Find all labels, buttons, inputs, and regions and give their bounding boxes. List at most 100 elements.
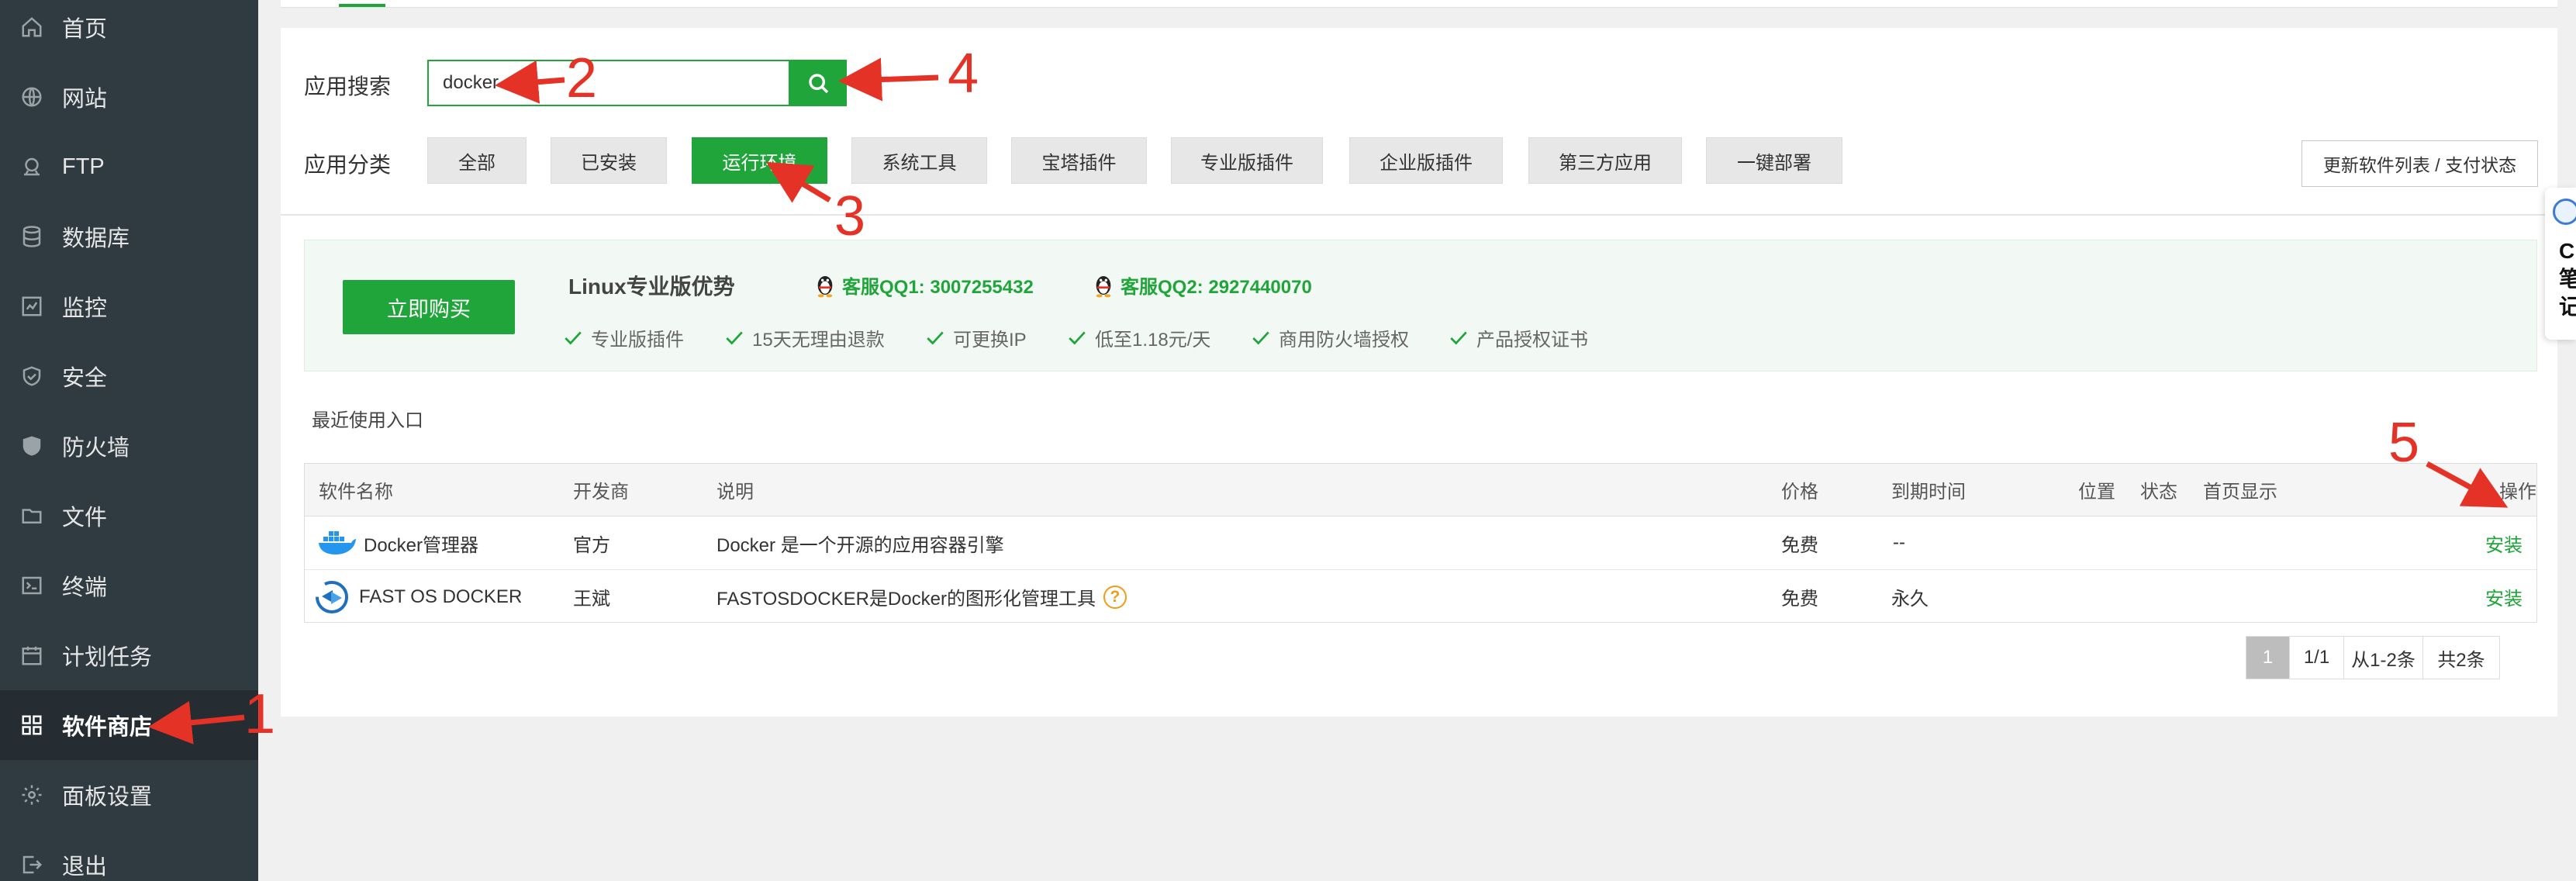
software-description: Docker 是一个开源的应用容器引擎: [717, 534, 1004, 556]
pagination: 1 1/1 从1-2条 共2条: [2246, 636, 2500, 679]
category-third-party[interactable]: 第三方应用: [1528, 137, 1682, 184]
software-price: 免费: [1781, 589, 1818, 610]
qq-penguin-icon: [1096, 275, 1111, 297]
promo-feature: 可更换IP: [925, 324, 1027, 351]
top-tab-strip: [281, 0, 2557, 8]
search-label: 应用搜索: [304, 74, 392, 98]
software-price: 免费: [1781, 534, 1818, 556]
search-button[interactable]: [789, 60, 847, 106]
promo-feature-text: 可更换IP: [953, 330, 1027, 351]
qq-contact-1[interactable]: 客服QQ1: 3007255432: [814, 271, 1034, 299]
annotation-label-5: 5: [2388, 412, 2420, 474]
apps-grid-icon: [20, 713, 43, 737]
software-developer: 王斌: [573, 589, 610, 610]
monitor-icon: [20, 295, 43, 318]
logout-icon: [20, 853, 43, 876]
header-expire: 到期时间: [1891, 482, 1966, 503]
header-developer: 开发商: [573, 482, 629, 503]
check-icon: [927, 330, 944, 344]
sidebar-item-label: 软件商店: [62, 715, 153, 740]
header-description: 说明: [717, 482, 754, 503]
sidebar: 首页 网站 FTP 数据库 监控 安全 防火墙 文件 终端 计划任务 软件商店 …: [0, 0, 258, 881]
category-bt-plugins[interactable]: 宝塔插件: [1011, 137, 1147, 184]
sidebar-item-logout[interactable]: 退出: [0, 830, 258, 881]
category-one-click-deploy[interactable]: 一键部署: [1706, 137, 1842, 184]
promo-feature: 专业版插件: [563, 324, 684, 351]
promo-feature-text: 专业版插件: [591, 330, 684, 351]
sidebar-item-label: 监控: [62, 296, 108, 321]
header-status: 状态: [2140, 482, 2177, 503]
recent-entries-title: 最近使用入口: [312, 410, 423, 431]
search-bar: [427, 60, 847, 106]
sidebar-item-settings[interactable]: 面板设置: [0, 760, 258, 830]
sidebar-item-terminal[interactable]: 终端: [0, 551, 258, 620]
shield-icon: [20, 364, 43, 388]
search-input[interactable]: [427, 60, 789, 106]
fastos-docker-logo-icon: [314, 570, 350, 624]
annotation-label-3: 3: [834, 185, 866, 247]
check-icon: [1450, 330, 1467, 344]
floating-widget-text: C笔记: [2559, 239, 2576, 319]
promo-feature: 15天无理由退款: [724, 324, 885, 351]
firewall-icon: [20, 434, 43, 458]
category-all[interactable]: 全部: [427, 137, 527, 184]
software-description: FASTOSDOCKER是Docker的图形化管理工具: [717, 589, 1096, 610]
sidebar-item-label: 首页: [62, 17, 108, 42]
sidebar-item-label: 防火墙: [62, 436, 130, 461]
category-system-tools[interactable]: 系统工具: [851, 137, 987, 184]
globe-icon: [20, 85, 43, 109]
sidebar-item-files[interactable]: 文件: [0, 481, 258, 551]
sidebar-item-home[interactable]: 首页: [0, 0, 258, 62]
docker-logo-icon: [316, 517, 356, 569]
sidebar-item-label: 计划任务: [62, 645, 153, 670]
floating-notes-widget[interactable]: C笔记: [2545, 188, 2576, 340]
page-current[interactable]: 1: [2246, 637, 2290, 679]
calendar-icon: [20, 644, 43, 667]
software-expire: --: [1893, 532, 1905, 553]
promo-feature-text: 商用防火墙授权: [1279, 330, 1409, 351]
check-icon: [565, 330, 582, 344]
page-count: 1/1: [2290, 637, 2344, 679]
software-name[interactable]: Docker管理器: [364, 517, 478, 569]
active-tab-indicator: [339, 4, 385, 7]
category-installed[interactable]: 已安装: [551, 137, 667, 184]
page-total: 共2条: [2423, 637, 2499, 679]
qq-penguin-icon: [817, 275, 833, 297]
sidebar-item-cron[interactable]: 计划任务: [0, 620, 258, 690]
gear-icon: [20, 783, 43, 807]
sidebar-item-monitor[interactable]: 监控: [0, 271, 258, 341]
category-enterprise-plugins[interactable]: 企业版插件: [1349, 137, 1503, 184]
sidebar-item-label: 面板设置: [62, 785, 153, 810]
promo-feature: 低至1.18元/天: [1067, 324, 1210, 351]
promo-feature-text: 产品授权证书: [1476, 330, 1588, 351]
sidebar-item-ftp[interactable]: FTP: [0, 132, 258, 202]
install-link[interactable]: 安装: [2485, 570, 2522, 624]
pro-promo-banner: [304, 240, 2537, 371]
promo-feature-text: 低至1.18元/天: [1095, 330, 1211, 351]
software-table: 软件名称 开发商 说明 价格 到期时间 位置 状态 首页显示 操作 Docker…: [304, 463, 2537, 623]
install-link[interactable]: 安装: [2485, 517, 2522, 569]
software-name[interactable]: FAST OS DOCKER: [359, 570, 522, 624]
notes-icon: [2553, 199, 2576, 225]
sidebar-item-label: 文件: [62, 506, 108, 530]
check-icon: [1069, 330, 1086, 344]
update-software-list-button[interactable]: 更新软件列表 / 支付状态: [2301, 140, 2538, 187]
buy-now-button[interactable]: 立即购买: [343, 280, 515, 334]
promo-title: Linux专业版优势: [568, 275, 735, 299]
table-row: FAST OS DOCKER 王斌 FASTOSDOCKER是Docker的图形…: [305, 570, 2536, 624]
software-developer: 官方: [573, 534, 610, 556]
sidebar-item-security[interactable]: 安全: [0, 341, 258, 411]
help-icon[interactable]: ?: [1103, 585, 1127, 609]
category-pro-plugins[interactable]: 专业版插件: [1171, 137, 1323, 184]
sidebar-item-database[interactable]: 数据库: [0, 202, 258, 271]
promo-feature: 产品授权证书: [1449, 324, 1588, 351]
sidebar-item-label: 退出: [62, 855, 108, 879]
sidebar-item-firewall[interactable]: 防火墙: [0, 411, 258, 481]
qq-contact-2[interactable]: 客服QQ2: 2927440070: [1093, 271, 1312, 299]
qq-contact-1-text: 客服QQ1: 3007255432: [842, 277, 1034, 298]
sidebar-item-software-store[interactable]: 软件商店: [0, 690, 258, 760]
sidebar-item-label: 终端: [62, 575, 108, 600]
category-runtime[interactable]: 运行环境: [692, 137, 827, 184]
sidebar-item-website[interactable]: 网站: [0, 62, 258, 132]
promo-feature: 商用防火墙授权: [1251, 324, 1409, 351]
